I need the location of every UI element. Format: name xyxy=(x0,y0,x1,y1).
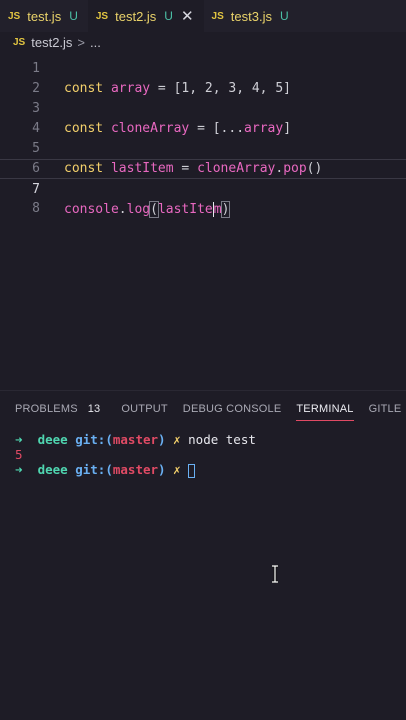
tab-label: TERMINAL xyxy=(296,402,354,415)
tab-problems[interactable]: PROBLEMS 13 xyxy=(0,391,106,426)
js-file-icon: JS xyxy=(95,10,109,22)
code-line: 5 const lastItem = cloneArray.pop() xyxy=(0,119,406,176)
prompt-git-close: ) xyxy=(158,462,166,477)
terminal-command: node test xyxy=(188,432,256,447)
code-line: 6 xyxy=(0,139,406,176)
terminal[interactable]: ➜ deee git:(master) ✗ node test 5 ➜ deee… xyxy=(0,430,406,720)
identifier: lastIte xyxy=(157,202,213,217)
prompt-git-close: ) xyxy=(158,432,166,447)
code-line: 3 const cloneArray = [...array] xyxy=(0,79,406,136)
breadcrumb-file[interactable]: test2.js xyxy=(31,35,72,50)
i-beam-cursor-icon xyxy=(272,565,278,583)
identifier: m xyxy=(213,202,222,217)
prompt-directory: deee xyxy=(37,432,68,447)
tab-label: PROBLEMS xyxy=(15,402,78,415)
tab-terminal[interactable]: TERMINAL xyxy=(281,391,354,426)
panel-tab-bar: PROBLEMS 13 OUTPUT DEBUG CONSOLE TERMINAL… xyxy=(0,390,406,426)
tab-gitlens[interactable]: GITLE xyxy=(354,391,402,426)
prompt-branch: master xyxy=(112,462,159,477)
tab-label: DEBUG CONSOLE xyxy=(182,402,282,415)
chevron-right-icon: > xyxy=(77,34,86,50)
js-file-icon: JS xyxy=(8,10,21,22)
tab-label: GITLE xyxy=(368,402,402,415)
tab-debug-console[interactable]: DEBUG CONSOLE xyxy=(168,391,282,426)
breadcrumb: JS test2.js > ... xyxy=(0,32,406,52)
code-text: . xyxy=(118,202,127,217)
code-line: 8 xyxy=(0,179,406,216)
tab-test-js[interactable]: JS test.js U xyxy=(0,0,88,32)
tab-label: test3.js xyxy=(230,8,272,24)
untracked-badge: U xyxy=(69,9,78,23)
tab-output[interactable]: OUTPUT xyxy=(106,391,168,426)
dirty-mark-icon: ✗ xyxy=(173,462,181,477)
js-file-icon: JS xyxy=(211,10,224,22)
terminal-line: ➜ deee git:(master) ✗ node test xyxy=(15,432,256,448)
tab-label: test2.js xyxy=(115,8,157,24)
prompt-arrow-icon: ➜ xyxy=(15,462,23,477)
prompt-directory: deee xyxy=(37,462,68,477)
terminal-line: ➜ deee git:(master) ✗ xyxy=(15,462,196,478)
untracked-badge: U xyxy=(164,9,173,23)
prompt-git-label: git:( xyxy=(75,432,113,447)
line-number: 8 xyxy=(32,201,40,216)
tab-test2-js[interactable]: JS test2.js U ✕ xyxy=(87,0,204,32)
matched-bracket: ) xyxy=(220,201,231,218)
prompt-arrow-icon: ➜ xyxy=(15,432,23,447)
terminal-cursor xyxy=(188,463,196,478)
matched-bracket: ( xyxy=(149,201,159,218)
js-file-icon: JS xyxy=(13,36,26,48)
tab-test3-js[interactable]: JS test3.js U xyxy=(204,0,299,32)
problems-count-badge: 13 xyxy=(87,402,101,415)
prompt-git-label: git:( xyxy=(75,462,113,477)
code-line: 2 xyxy=(0,59,406,96)
tab-label: test.js xyxy=(27,8,62,24)
dirty-mark-icon: ✗ xyxy=(173,432,181,447)
terminal-output: 5 xyxy=(15,447,23,462)
code-line: 4 xyxy=(0,99,406,136)
editor-tab-bar: JS test.js U JS test2.js U ✕ JS test3.js… xyxy=(0,0,406,32)
method-name: log xyxy=(126,202,151,217)
code-editor[interactable]: 1 const array = [1, 2, 3, 4, 5] 2 3 cons… xyxy=(0,40,406,390)
breadcrumb-more[interactable]: ... xyxy=(90,35,101,50)
identifier: console xyxy=(64,202,119,217)
prompt-branch: master xyxy=(112,432,159,447)
terminal-line: 5 xyxy=(15,447,23,463)
close-icon[interactable]: ✕ xyxy=(181,7,194,25)
current-code-line: 7 console.log(lastItem) xyxy=(0,159,406,218)
tab-label: OUTPUT xyxy=(121,402,168,415)
untracked-badge: U xyxy=(279,9,289,23)
